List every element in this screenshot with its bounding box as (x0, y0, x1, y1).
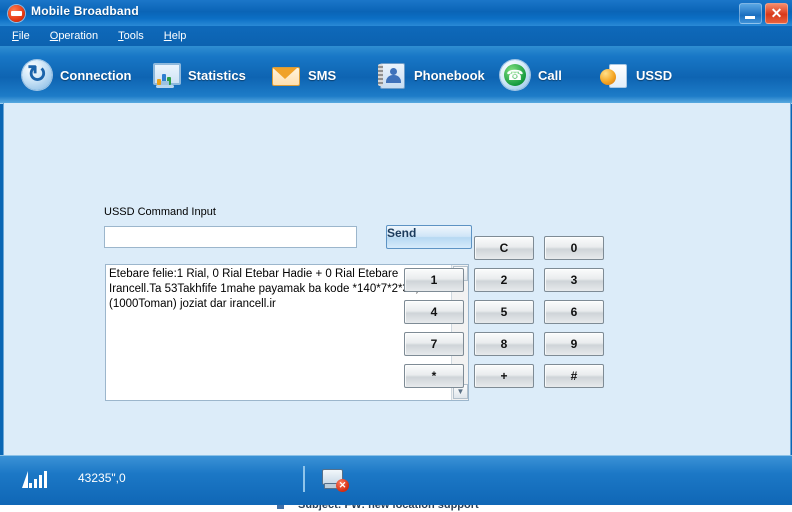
network-disconnected-icon: ✕ (322, 469, 349, 492)
menu-item-help[interactable]: Help (160, 26, 191, 46)
menu-bar: File Operation Tools Help (0, 26, 792, 46)
keypad-key-8[interactable]: 8 (474, 332, 534, 356)
status-separator (303, 466, 305, 492)
menu-mnemonic: H (163, 30, 172, 42)
menu-label: ile (18, 30, 30, 42)
connection-refresh-icon (22, 60, 52, 90)
call-phone-icon (500, 60, 530, 90)
toolbar-button-phonebook[interactable]: Phonebook (376, 53, 485, 97)
background-window-strip: Subject: FW: new location support (0, 505, 792, 512)
close-icon: ✕ (770, 5, 783, 21)
keypad-key-plus[interactable]: + (474, 364, 534, 388)
window-controls: ✕ (739, 3, 788, 24)
disconnected-badge: ✕ (336, 479, 349, 492)
menu-item-tools[interactable]: Tools (114, 26, 148, 46)
minimize-button[interactable] (739, 3, 762, 24)
menu-item-file[interactable]: File (8, 26, 34, 46)
toolbar-label: SMS (308, 67, 337, 83)
background-window-text: Subject: FW: new location support (298, 505, 479, 511)
keypad-key-hash[interactable]: # (544, 364, 604, 388)
keypad-key-9[interactable]: 9 (544, 332, 604, 356)
keypad-key-5[interactable]: 5 (474, 300, 534, 324)
toolbar-label: Call (538, 67, 562, 83)
keypad-key-star[interactable]: * (404, 364, 464, 388)
toolbar-button-ussd[interactable]: USSD (598, 53, 672, 97)
mobile-broadband-window: Mobile Broadband ✕ File Operation Tools … (0, 0, 792, 512)
menu-label: peration (58, 30, 99, 42)
ussd-response-text: Etebare felie:1 Rial, 0 Rial Etebar Hadi… (109, 268, 419, 310)
toolbar-label: Phonebook (414, 67, 485, 83)
sms-envelope-icon (270, 60, 300, 90)
toolbar-button-connection[interactable]: Connection (22, 53, 132, 97)
statistics-monitor-icon (150, 60, 181, 90)
close-button[interactable]: ✕ (765, 3, 788, 24)
keypad-key-c[interactable]: C (474, 236, 534, 260)
keypad-key-4[interactable]: 4 (404, 300, 464, 324)
keypad-key-0[interactable]: 0 (544, 236, 604, 260)
toolbar-button-call[interactable]: Call (500, 53, 562, 97)
toolbar-label: Statistics (188, 67, 246, 83)
phonebook-contacts-icon (376, 60, 406, 90)
toolbar-label: USSD (636, 67, 673, 83)
background-marker-icon (277, 505, 284, 509)
toolbar-button-statistics[interactable]: Statistics (150, 53, 246, 97)
send-button[interactable]: Send (386, 225, 472, 249)
connection-duration-text: 43235",0 (78, 471, 126, 485)
ussd-command-input[interactable] (104, 226, 357, 248)
3g-logo-icon (8, 5, 25, 22)
ussd-sphere-icon (598, 60, 628, 90)
keypad-key-3[interactable]: 3 (544, 268, 604, 292)
toolbar-button-sms[interactable]: SMS (270, 53, 336, 97)
keypad-key-2[interactable]: 2 (474, 268, 534, 292)
toolbar-label: Connection (60, 67, 132, 83)
main-toolbar: Connection Statistics SMS Phonebook Call (0, 46, 792, 104)
keypad-key-7[interactable]: 7 (404, 332, 464, 356)
menu-mnemonic: F (12, 30, 19, 42)
window-title: Mobile Broadband (31, 4, 139, 18)
menu-item-operation[interactable]: Operation (46, 26, 102, 46)
keypad-key-1[interactable]: 1 (404, 268, 464, 292)
status-bar: 43235",0 ✕ (0, 455, 792, 506)
ussd-command-input-label: USSD Command Input (104, 206, 216, 218)
keypad-key-6[interactable]: 6 (544, 300, 604, 324)
menu-label: ools (123, 30, 144, 42)
title-bar: Mobile Broadband ✕ (0, 0, 792, 27)
ussd-keypad: C 0 1 2 3 4 5 6 7 8 9 * + # (404, 236, 674, 396)
menu-label: elp (171, 30, 187, 42)
signal-bars-icon (22, 470, 47, 488)
